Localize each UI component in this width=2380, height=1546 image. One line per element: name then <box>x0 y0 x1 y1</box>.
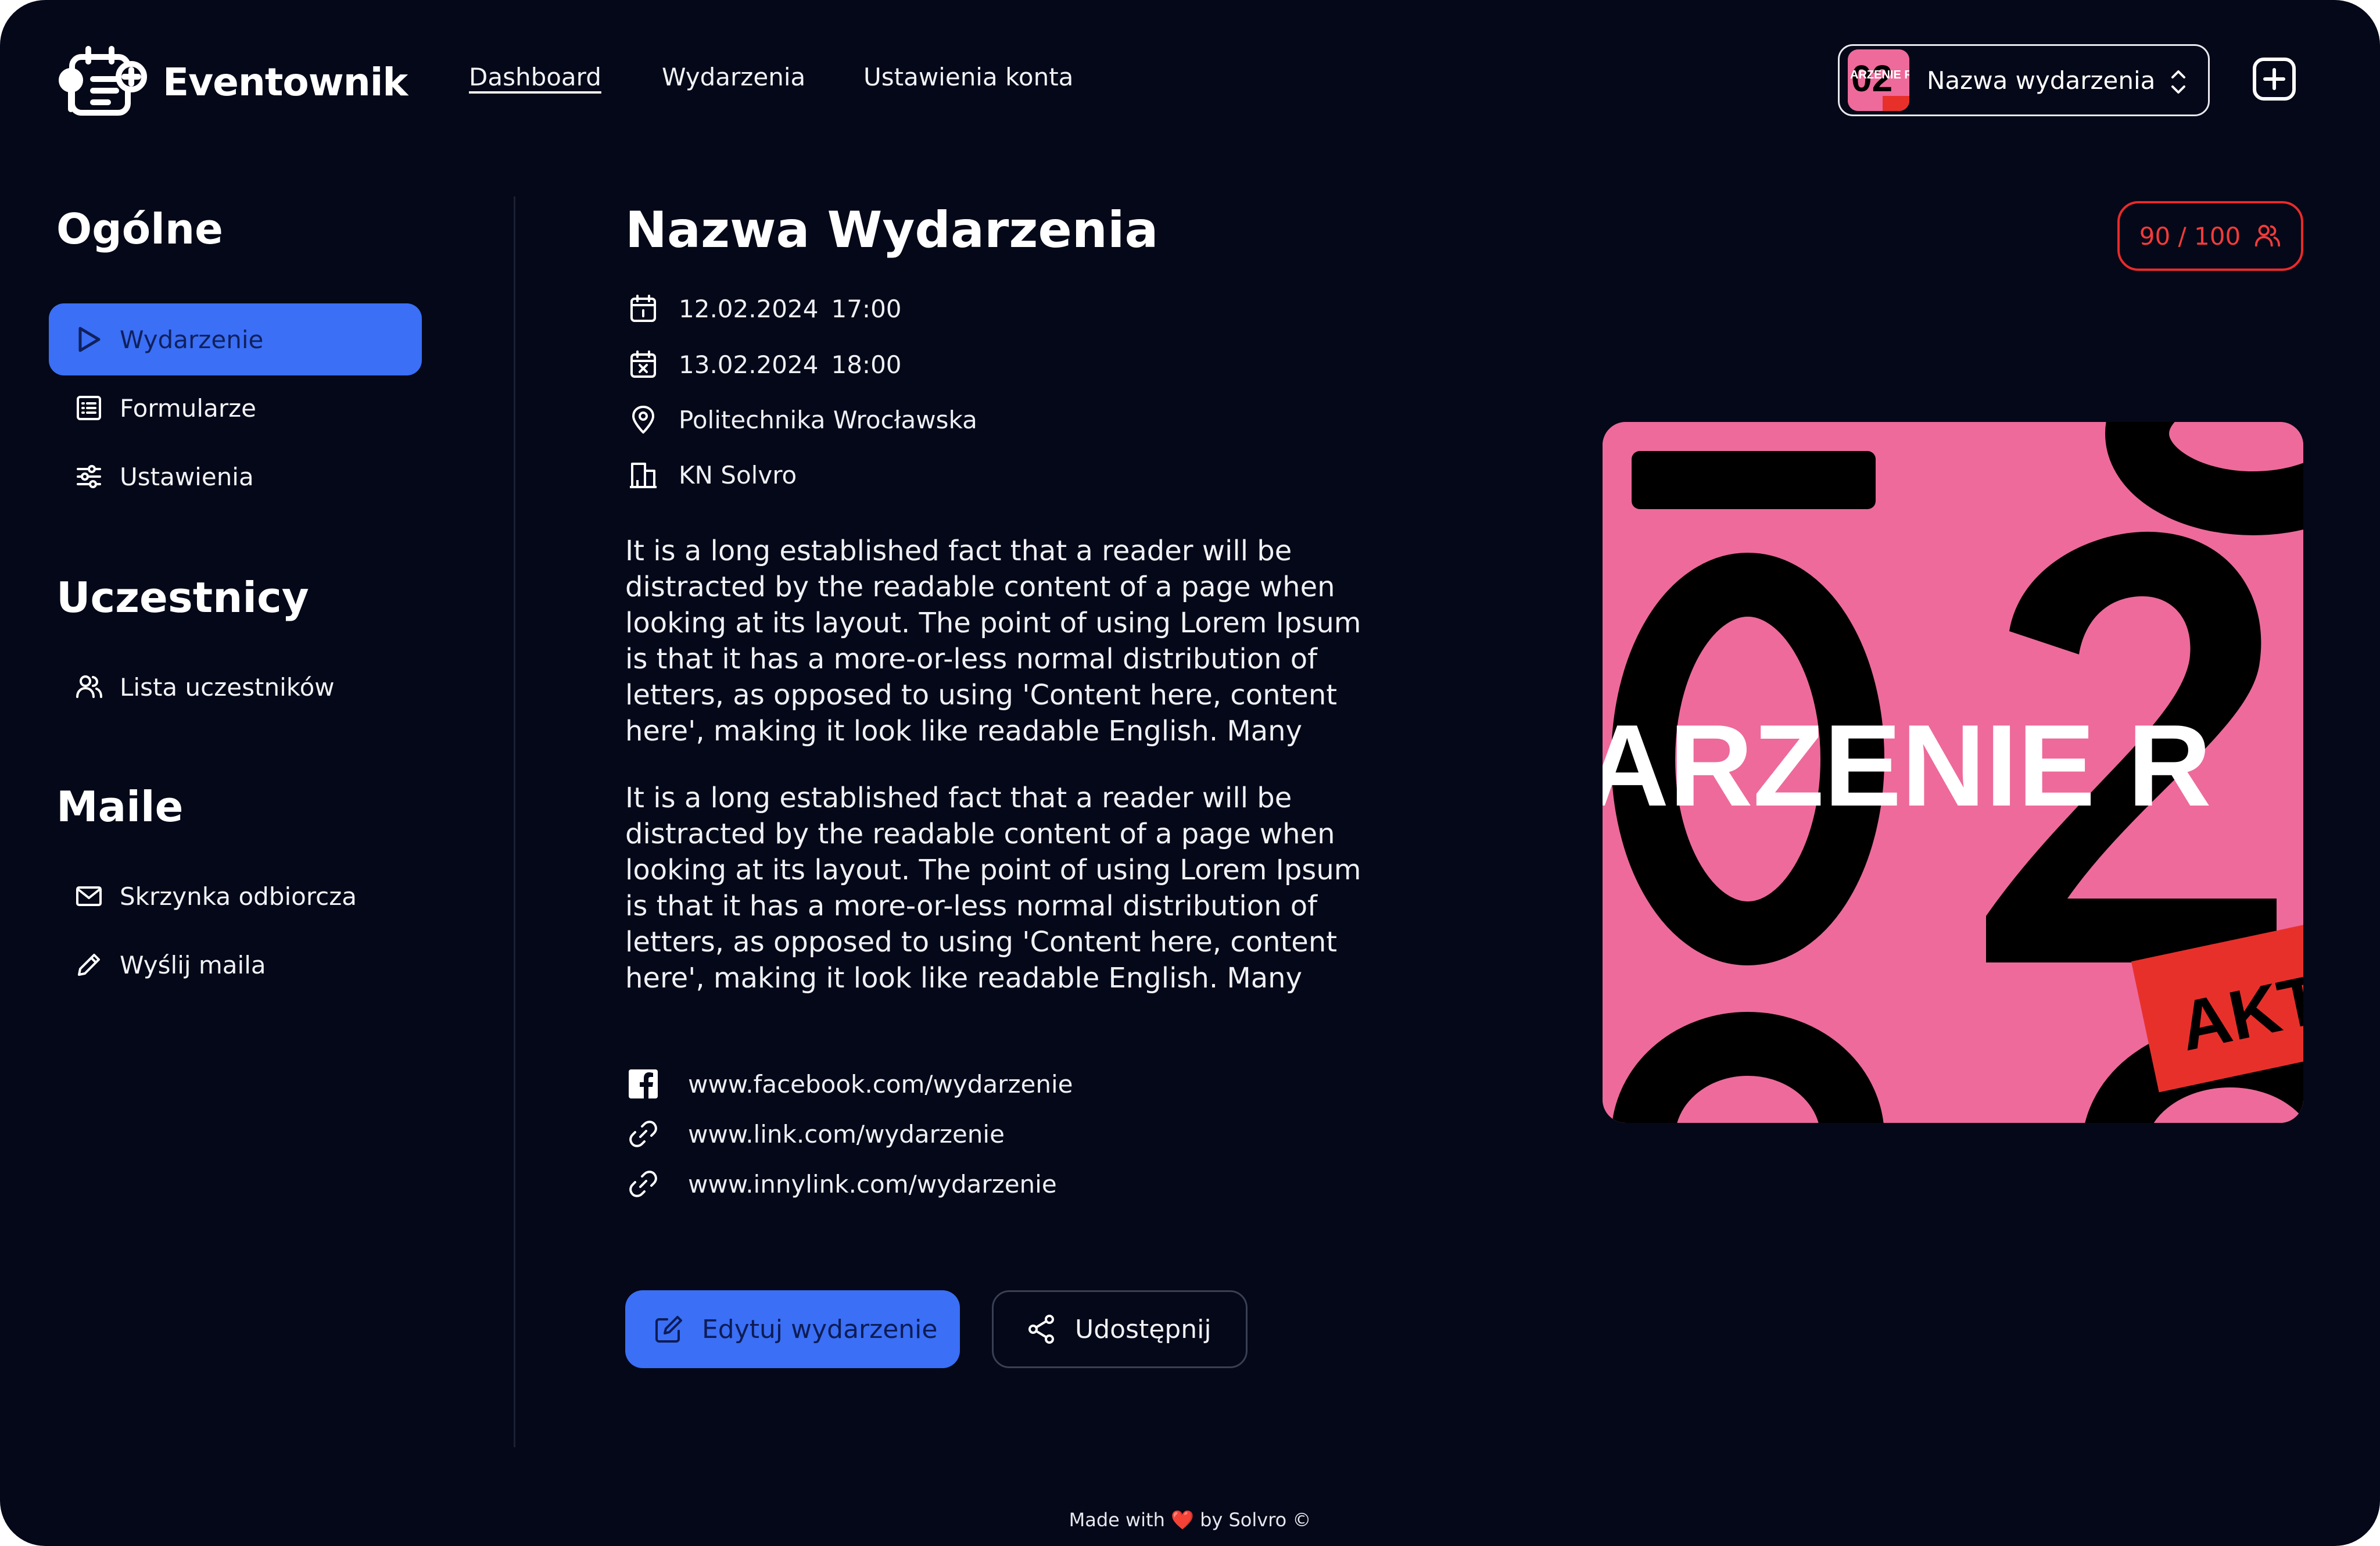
sidebar-item-inbox[interactable]: Skrzynka odbiorcza <box>49 860 422 932</box>
app-name: Eventownik <box>163 59 408 105</box>
event-organizer: KN Solvro <box>679 460 797 489</box>
share-button[interactable]: Udostępnij <box>992 1290 1248 1368</box>
nav-events[interactable]: Wydarzenia <box>662 63 805 91</box>
section-title-participants: Uczestnicy <box>56 573 309 622</box>
link-icon <box>629 1171 657 1197</box>
end-date: 13.02.2024 <box>679 350 819 379</box>
pencil-icon <box>78 954 100 976</box>
nav-dashboard[interactable]: Dashboard <box>469 63 601 91</box>
svg-text:ARZENIE R: ARZENIE R <box>1850 69 1909 81</box>
event-organizer-row: KN Solvro <box>628 459 797 491</box>
sidebar-item-forms[interactable]: Formularze <box>49 372 422 444</box>
footer-suffix: by Solvro © <box>1200 1509 1311 1531</box>
capacity-count: 90 / 100 <box>2139 221 2241 250</box>
link-icon <box>629 1121 657 1147</box>
sidebar-item-settings[interactable]: Ustawienia <box>49 441 422 513</box>
event-thumbnail: 02 ARZENIE R <box>1848 49 1909 111</box>
event-title: Nazwa Wydarzenia <box>625 201 1159 259</box>
sidebar-item-label: Wydarzenie <box>120 325 264 354</box>
users-icon <box>2255 224 2281 247</box>
sidebar-item-label: Formularze <box>120 393 256 423</box>
event-poster-image: ARZENIE R AKT <box>1603 422 2303 1123</box>
sidebar-item-label: Lista uczestników <box>120 672 335 702</box>
app-window: Eventownik Dashboard Wydarzenia Ustawien… <box>0 0 2380 1546</box>
heart-icon: ❤️ <box>1171 1509 1194 1531</box>
app-logo[interactable]: Eventownik <box>56 44 408 120</box>
svg-text:ARZENIE R: ARZENIE R <box>1603 701 2211 831</box>
start-time: 17:00 <box>831 294 902 323</box>
form-list-icon <box>77 396 101 420</box>
chevron-up-down-icon <box>2171 70 2185 94</box>
link-url: www.facebook.com/wydarzenie <box>688 1069 1073 1098</box>
sliders-icon <box>77 465 101 488</box>
event-description-paragraph: It is a long established fact that a rea… <box>625 535 1361 747</box>
sidebar-item-send-mail[interactable]: Wyślij maila <box>49 929 422 1001</box>
sidebar-item-label: Skrzynka odbiorcza <box>120 882 357 911</box>
capacity-badge: 90 / 100 <box>2117 201 2303 271</box>
sidebar-item-participants-list[interactable]: Lista uczestników <box>49 651 422 723</box>
sidebar-item-label: Ustawienia <box>120 462 254 491</box>
footer: Made with ❤️ by Solvro © <box>0 1509 2380 1531</box>
event-description-paragraph: It is a long established fact that a rea… <box>625 782 1361 994</box>
event-selector[interactable]: 02 ARZENIE R Nazwa wydarzenia <box>1838 44 2210 116</box>
event-link[interactable]: www.innylink.com/wydarzenie <box>628 1168 1057 1200</box>
share-label: Udostępnij <box>1075 1314 1211 1344</box>
link-url: www.innylink.com/wydarzenie <box>688 1169 1057 1198</box>
start-date: 12.02.2024 <box>679 294 819 323</box>
section-title-mails: Maile <box>56 782 184 831</box>
calendar-x-icon <box>630 350 656 378</box>
building-icon <box>630 463 657 488</box>
end-time: 18:00 <box>831 350 902 379</box>
event-link[interactable]: www.link.com/wydarzenie <box>628 1118 1005 1150</box>
sidebar-item-event[interactable]: Wydarzenie <box>49 303 422 375</box>
mail-icon <box>76 886 102 906</box>
sidebar-item-label: Wyślij maila <box>120 950 266 979</box>
event-location: Politechnika Wrocławska <box>679 405 977 434</box>
section-title-general: Ogólne <box>56 205 223 253</box>
map-pin-icon <box>632 406 654 434</box>
facebook-icon <box>629 1069 658 1098</box>
edit-icon <box>655 1316 682 1343</box>
share-icon <box>1028 1315 1054 1344</box>
event-link-facebook[interactable]: www.facebook.com/wydarzenie <box>628 1068 1073 1100</box>
link-url: www.link.com/wydarzenie <box>688 1119 1005 1148</box>
footer-prefix: Made with <box>1069 1509 1165 1531</box>
event-start-row: 12.02.2024 17:00 <box>628 293 902 324</box>
edit-event-button[interactable]: Edytuj wydarzenie <box>625 1290 960 1368</box>
calendar-logo-icon <box>59 46 147 116</box>
play-icon <box>78 327 101 352</box>
edit-event-label: Edytuj wydarzenie <box>702 1314 938 1344</box>
nav-account-settings[interactable]: Ustawienia konta <box>863 63 1073 91</box>
users-icon <box>76 675 102 698</box>
event-location-row: Politechnika Wrocławska <box>628 404 977 435</box>
sidebar-divider <box>514 196 515 1447</box>
add-event-button[interactable] <box>2252 57 2296 101</box>
event-end-row: 13.02.2024 18:00 <box>628 349 902 380</box>
calendar-icon <box>630 295 656 322</box>
event-selector-label: Nazwa wydarzenia <box>1927 66 2156 95</box>
